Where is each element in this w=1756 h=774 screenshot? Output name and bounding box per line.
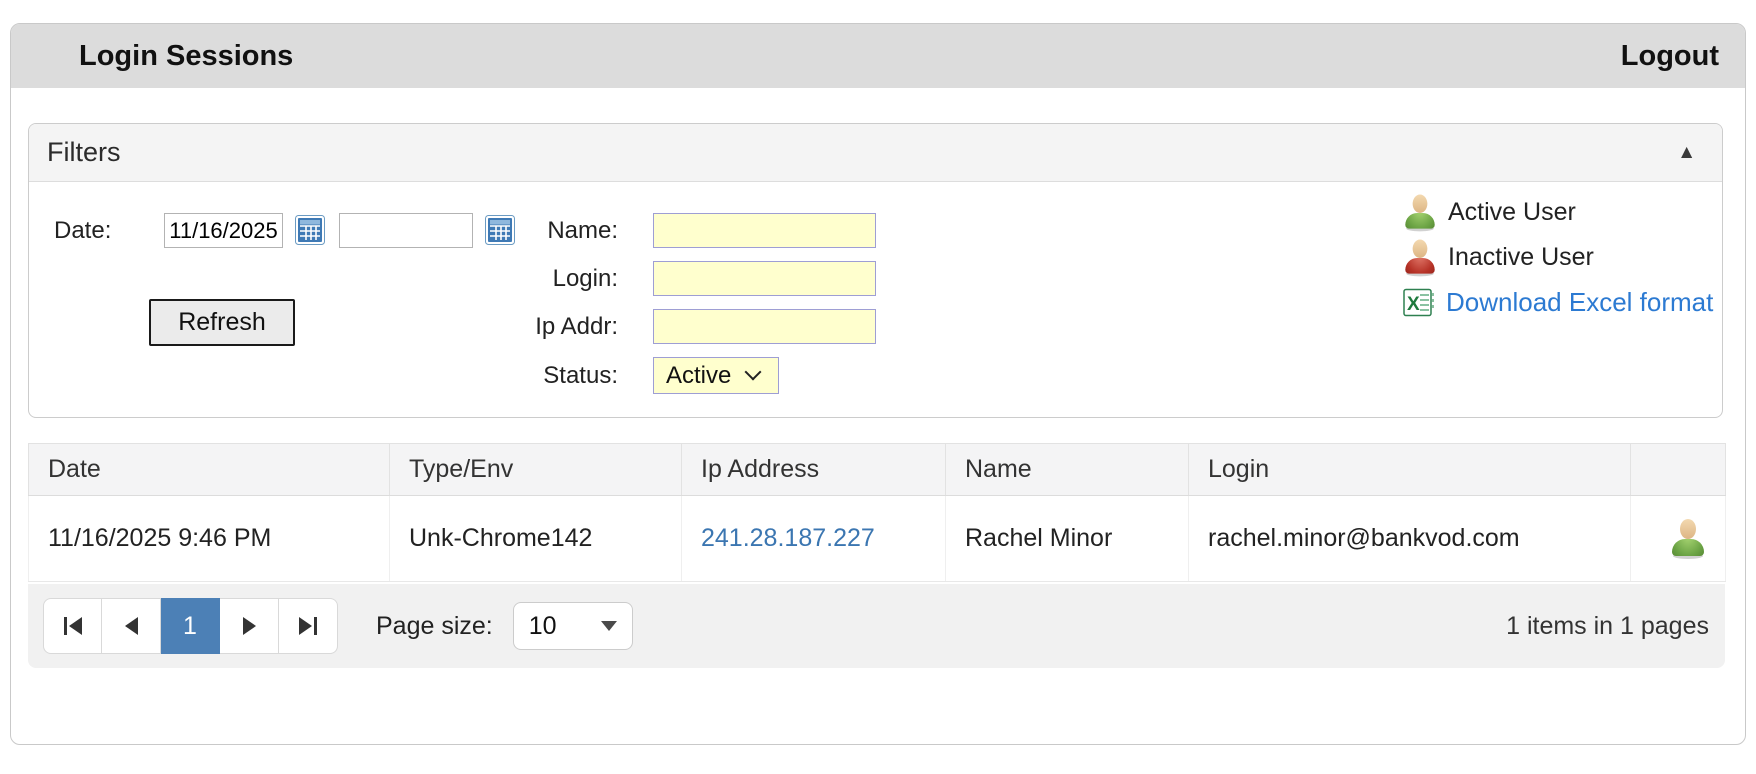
table-header-row: Date Type/Env Ip Address Name Login xyxy=(28,443,1726,496)
filter-fields-group: Name: Login: Ip Addr: Status: Active xyxy=(481,213,876,407)
active-user-icon xyxy=(1671,518,1705,559)
page-title: Login Sessions xyxy=(79,39,294,72)
column-header-status xyxy=(1630,443,1726,496)
filters-panel: Filters ▲ Date: 11/16/2025 Refresh Name:… xyxy=(28,123,1723,418)
current-page-button[interactable]: 1 xyxy=(161,598,220,654)
status-label: Status: xyxy=(543,361,618,389)
active-user-label: Active User xyxy=(1448,198,1576,226)
inactive-user-icon xyxy=(1404,239,1435,277)
ip-address-link[interactable]: 241.28.187.227 xyxy=(701,524,875,552)
page-size-label: Page size: xyxy=(376,611,493,640)
items-summary: 1 items in 1 pages xyxy=(1506,611,1709,640)
first-page-button[interactable] xyxy=(43,598,102,654)
login-label: Login: xyxy=(552,264,618,292)
legend-download-excel: X Download Excel format xyxy=(1403,280,1713,325)
sessions-table: Date Type/Env Ip Address Name Login 11/1… xyxy=(28,443,1726,582)
column-header-login: Login xyxy=(1188,443,1631,496)
dropdown-arrow-icon xyxy=(600,621,617,631)
cell-name: Rachel Minor xyxy=(945,495,1189,582)
column-header-date: Date xyxy=(28,443,390,496)
page-size-select[interactable]: 10 xyxy=(512,602,633,650)
active-user-icon xyxy=(1404,194,1435,232)
sessions-grid: Date Type/Env Ip Address Name Login 11/1… xyxy=(28,443,1726,668)
column-header-type-env: Type/Env xyxy=(389,443,682,496)
panel-header: Login Sessions Logout xyxy=(11,24,1745,88)
legend-inactive-user: Inactive User xyxy=(1403,235,1713,280)
name-input[interactable] xyxy=(653,213,876,248)
filters-header: Filters ▲ xyxy=(29,124,1722,182)
chevron-down-icon xyxy=(744,363,762,381)
ip-addr-label: Ip Addr: xyxy=(535,312,618,340)
next-page-button[interactable] xyxy=(220,598,279,654)
download-excel-link[interactable]: Download Excel format xyxy=(1446,287,1713,318)
date-label: Date: xyxy=(54,216,112,244)
date-filter-group: Date: xyxy=(54,213,515,248)
date-to-input[interactable] xyxy=(339,213,473,248)
legend: Active User Inactive User X Download Exc… xyxy=(1403,190,1713,325)
excel-icon: X xyxy=(1403,288,1434,317)
status-selected-value: Active xyxy=(666,361,732,389)
ip-addr-input[interactable] xyxy=(653,309,876,344)
column-header-ip-address: Ip Address xyxy=(681,443,946,496)
cell-type-env: Unk-Chrome142 xyxy=(389,495,682,582)
last-page-button[interactable] xyxy=(279,598,338,654)
filters-title: Filters xyxy=(47,137,121,167)
calendar-from-button[interactable] xyxy=(294,215,325,246)
status-select[interactable]: Active xyxy=(653,357,779,394)
last-page-icon xyxy=(299,617,312,635)
logout-link[interactable]: Logout xyxy=(1621,40,1719,73)
next-page-icon xyxy=(242,617,256,635)
login-input[interactable] xyxy=(653,261,876,296)
pager: 1 xyxy=(43,598,338,654)
cell-login: rachel.minor@bankvod.com xyxy=(1188,495,1631,582)
date-from-input[interactable] xyxy=(164,213,283,248)
inactive-user-label: Inactive User xyxy=(1448,243,1594,271)
page-size-value: 10 xyxy=(528,611,557,640)
legend-active-user: Active User xyxy=(1403,190,1713,235)
previous-page-icon xyxy=(124,617,138,635)
first-page-icon xyxy=(63,617,67,635)
filters-body: Date: 11/16/2025 Refresh Name: Login: Ip… xyxy=(29,182,1722,417)
refresh-button[interactable]: Refresh xyxy=(149,299,295,346)
column-header-name: Name xyxy=(945,443,1189,496)
grid-footer: 1 Page size: 10 1 items in 1 pages xyxy=(28,584,1725,668)
cell-ip-address: 241.28.187.227 xyxy=(681,495,946,582)
previous-page-button[interactable] xyxy=(102,598,161,654)
cell-status xyxy=(1630,495,1726,582)
svg-text:X: X xyxy=(1407,294,1420,315)
name-label: Name: xyxy=(547,216,618,244)
collapse-filters-icon[interactable]: ▲ xyxy=(1677,142,1696,164)
table-row: 11/16/2025 9:46 PM Unk-Chrome142 241.28.… xyxy=(28,495,1726,582)
login-sessions-panel: Login Sessions Logout Filters ▲ Date: 11… xyxy=(10,23,1746,745)
cell-date: 11/16/2025 9:46 PM xyxy=(28,495,390,582)
calendar-icon xyxy=(294,215,325,245)
